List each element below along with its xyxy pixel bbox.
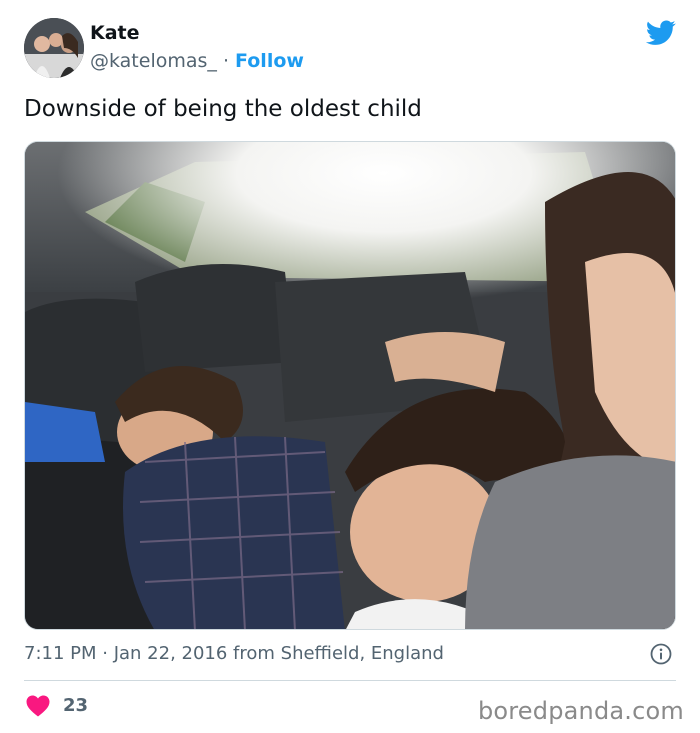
heart-icon[interactable] bbox=[26, 695, 50, 717]
avatar-image bbox=[24, 18, 84, 78]
watermark: boredpanda.com bbox=[477, 697, 684, 725]
info-icon[interactable] bbox=[650, 643, 672, 665]
tweet-timestamp[interactable]: 7:11 PM · Jan 22, 2016 from Sheffield, E… bbox=[24, 643, 444, 664]
divider bbox=[24, 680, 676, 681]
separator-dot: · bbox=[222, 50, 229, 72]
like-count[interactable]: 23 bbox=[63, 695, 88, 716]
tweet-text: Downside of being the oldest child bbox=[24, 96, 422, 122]
author-display-name[interactable]: Kate bbox=[90, 22, 140, 44]
tweet-photo-image bbox=[25, 142, 675, 629]
author-handle-row: @katelomas_ · Follow bbox=[90, 50, 304, 72]
twitter-bird-icon[interactable] bbox=[646, 20, 676, 46]
avatar[interactable] bbox=[24, 18, 84, 78]
author-handle[interactable]: @katelomas_ bbox=[90, 50, 217, 72]
follow-button[interactable]: Follow bbox=[235, 50, 304, 72]
tweet-photo[interactable] bbox=[24, 141, 676, 630]
